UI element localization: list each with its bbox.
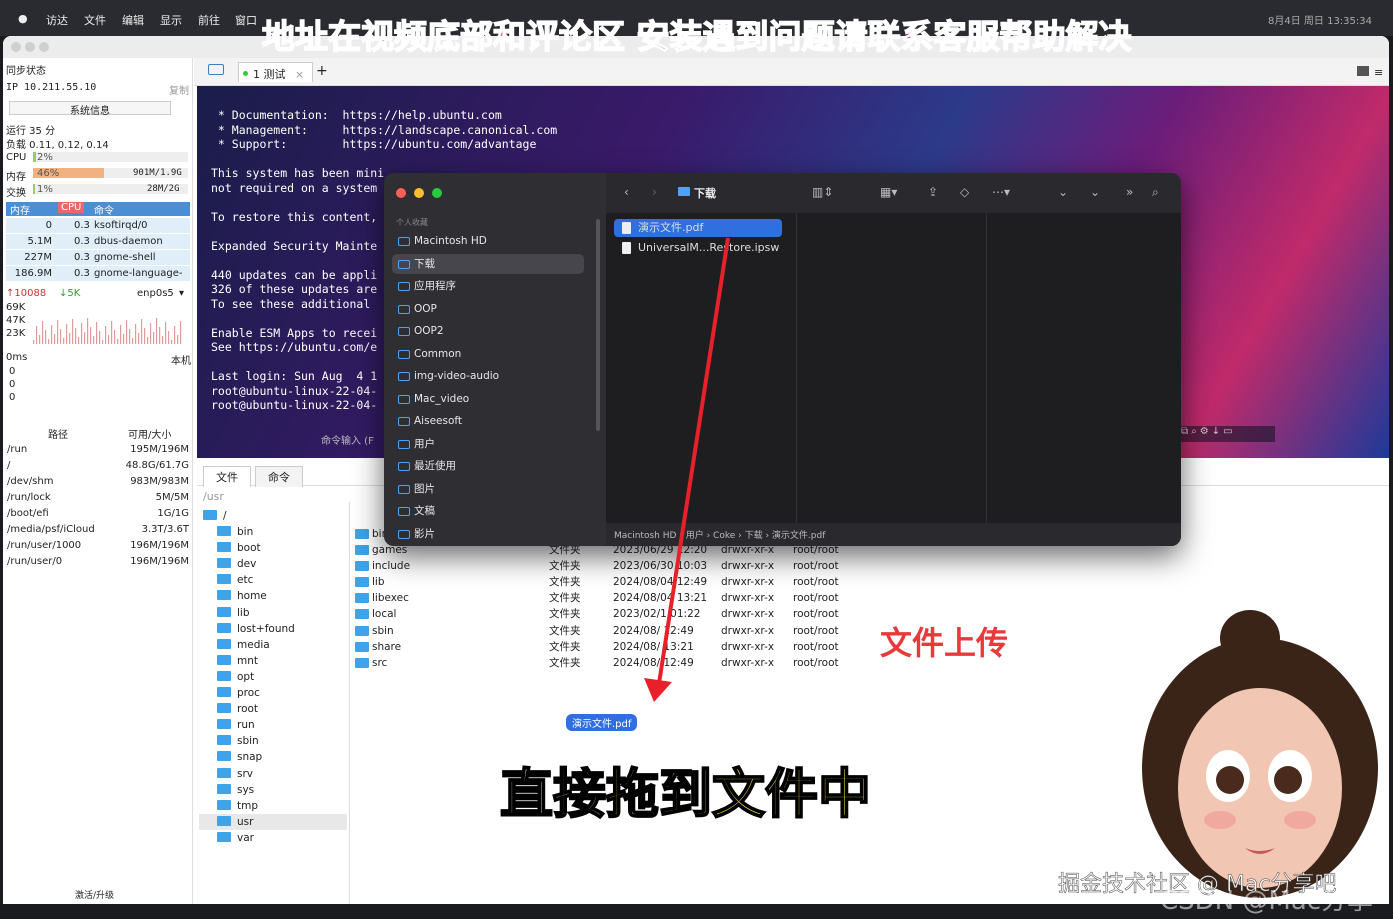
avatar	[1142, 610, 1378, 898]
caption-white: 直接	[499, 763, 607, 826]
arrow-line	[656, 237, 730, 691]
promo-banner: 地址在视频底部和评论区 安装遇到问题请联系客服帮助解决	[261, 16, 1132, 57]
dragged-file[interactable]: 演示文件.pdf	[566, 714, 638, 731]
upload-annotation: 文件上传	[880, 624, 1009, 662]
watermark-csdn: CSDN @Mac分享吧	[1160, 886, 1374, 916]
caption-yellow: 拖到文件中	[605, 763, 872, 826]
arrow-head-icon	[644, 678, 672, 702]
caption: 直接拖到文件中	[499, 752, 872, 828]
